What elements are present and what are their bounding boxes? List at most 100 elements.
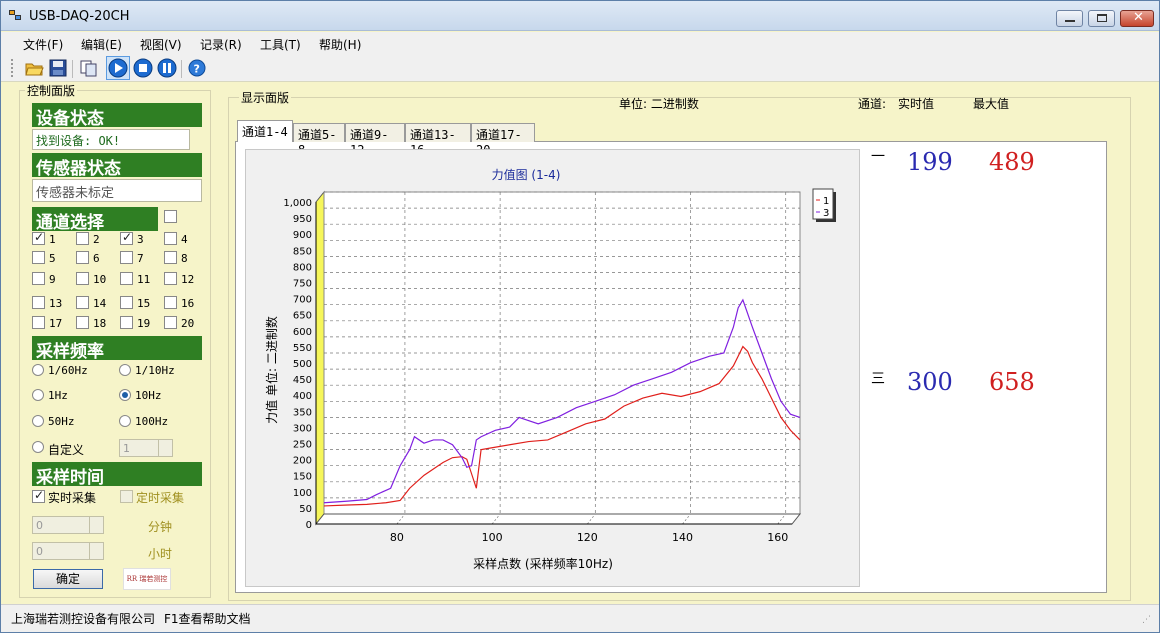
display-panel-title: 显示面版: [239, 89, 292, 106]
device-status-field[interactable]: 找到设备: OK!: [32, 129, 190, 150]
channel-20-checkbox[interactable]: [164, 316, 177, 329]
channel-13-checkbox[interactable]: [32, 296, 45, 309]
menu-file[interactable]: 文件(F): [23, 36, 63, 53]
tab-channels-9-12[interactable]: 通道9-12: [345, 123, 405, 157]
chart-y-label: 力值 单位: 二进制数: [264, 316, 279, 424]
channel-13-label: 13: [49, 297, 63, 310]
select-all-checkbox[interactable]: [164, 210, 177, 223]
close-button[interactable]: ✕: [1120, 10, 1154, 27]
channel-18-checkbox[interactable]: [76, 316, 89, 329]
channel-12-checkbox[interactable]: [164, 272, 177, 285]
y-tick-label: 700: [293, 295, 312, 306]
app-icon: [9, 10, 23, 22]
confirm-button[interactable]: 确定: [33, 569, 103, 589]
rate-option-0-radio[interactable]: [32, 364, 44, 376]
maximize-button[interactable]: [1088, 10, 1115, 27]
open-folder-icon[interactable]: [24, 58, 44, 78]
rate-option-3-radio[interactable]: [119, 389, 131, 401]
y-tick-label: 400: [293, 391, 312, 402]
timed-label: 定时采集: [136, 491, 185, 505]
stop-icon[interactable]: [133, 58, 153, 78]
channel-3-checkbox[interactable]: [120, 230, 133, 245]
channel-5-label: 5: [49, 252, 56, 265]
minutes-input[interactable]: 0: [32, 516, 104, 534]
menu-view[interactable]: 视图(V): [140, 36, 182, 53]
y-tick-label: 650: [293, 311, 312, 322]
y-tick-label: 850: [293, 246, 312, 257]
y-tick-label: 50: [299, 504, 312, 515]
channel-7-checkbox[interactable]: [120, 251, 133, 264]
y-tick-label: 350: [293, 407, 312, 418]
title-bar[interactable]: USB-DAQ-20CH ✕: [1, 1, 1159, 31]
minutes-label: 分钟: [148, 520, 173, 534]
tab-channels-13-16[interactable]: 通道13-16: [405, 123, 471, 157]
readout-max-3: 658: [989, 368, 1035, 396]
channel-4-checkbox[interactable]: [164, 232, 177, 245]
custom-rate-input[interactable]: 1: [119, 439, 173, 457]
channel-15-label: 15: [137, 297, 151, 310]
copy-icon[interactable]: [79, 58, 99, 78]
chart-left-wall-face: [315, 190, 325, 526]
rate-option-1-label: 1/10Hz: [135, 364, 175, 377]
rate-option-5-label: 100Hz: [135, 415, 169, 428]
help-icon[interactable]: ?: [187, 58, 207, 78]
resize-grip-icon[interactable]: ⋰: [1142, 615, 1151, 625]
hours-input[interactable]: 0: [32, 542, 104, 560]
channel-9-checkbox[interactable]: [32, 272, 45, 285]
svg-text:?: ?: [194, 63, 200, 76]
channel-17-checkbox[interactable]: [32, 316, 45, 329]
rate-option-1-radio[interactable]: [119, 364, 131, 376]
tab-channels-5-8[interactable]: 通道5-8: [293, 123, 345, 157]
rate-option-6-label: 自定义: [48, 443, 85, 457]
rate-option-4-radio[interactable]: [32, 415, 44, 427]
status-bar: 上海瑞若测控设备有限公司 F1查看帮助文档 ⋰: [1, 604, 1159, 632]
tab-channels-1-4[interactable]: 通道1-4: [237, 120, 293, 142]
channel-14-checkbox[interactable]: [76, 296, 89, 309]
toolbar-grip[interactable]: [11, 59, 14, 77]
y-tick-label: 150: [293, 472, 312, 483]
menu-bar: 文件(F) 编辑(E) 视图(V) 记录(R) 工具(T) 帮助(H): [1, 32, 1159, 54]
force-chart: 0 50 100 150 200 250 300 350 400 450 500 550 600 650 7…: [264, 167, 836, 571]
readout-channel-3: 三: [871, 371, 885, 387]
realtime-checkbox[interactable]: [32, 488, 45, 503]
status-help-hint: F1查看帮助文档: [164, 612, 251, 626]
menu-edit[interactable]: 编辑(E): [81, 36, 122, 53]
menu-record[interactable]: 记录(R): [200, 36, 242, 53]
x-tick-label: 120: [577, 531, 598, 544]
rate-option-6-radio[interactable]: [32, 441, 44, 453]
menu-tools[interactable]: 工具(T): [260, 36, 301, 53]
save-icon[interactable]: [48, 58, 68, 78]
y-tick-label: 0: [306, 520, 312, 531]
channel-19-checkbox[interactable]: [120, 316, 133, 329]
channel-18-label: 18: [93, 317, 107, 330]
channel-4-label: 4: [181, 233, 188, 246]
channel-17-label: 17: [49, 317, 63, 330]
sensor-status-field[interactable]: 传感器未标定: [32, 179, 202, 202]
menu-help[interactable]: 帮助(H): [319, 36, 361, 53]
channel-6-checkbox[interactable]: [76, 251, 89, 264]
realtime-label: 实时采集: [48, 491, 97, 505]
channel-5-checkbox[interactable]: [32, 251, 45, 264]
channel-8-label: 8: [181, 252, 188, 265]
channel-11-checkbox[interactable]: [120, 272, 133, 285]
x-tick-label: 80: [390, 531, 404, 544]
channel-16-checkbox[interactable]: [164, 296, 177, 309]
channel-1-checkbox[interactable]: [32, 230, 45, 245]
y-tick-label: 300: [293, 423, 312, 434]
channel-15-checkbox[interactable]: [120, 296, 133, 309]
realtime-column-header: 实时值: [898, 97, 935, 111]
timed-checkbox[interactable]: [120, 490, 133, 503]
readout-channel-1: 一: [871, 149, 885, 165]
tab-channels-17-20[interactable]: 通道17-20: [471, 123, 535, 157]
channel-8-checkbox[interactable]: [164, 251, 177, 264]
play-icon[interactable]: [106, 56, 130, 80]
rate-option-0-label: 1/60Hz: [48, 364, 88, 377]
pause-icon[interactable]: [157, 58, 177, 78]
readout-realtime-3: 300: [907, 368, 953, 396]
rate-option-2-label: 1Hz: [48, 389, 68, 402]
channel-2-checkbox[interactable]: [76, 232, 89, 245]
rate-option-2-radio[interactable]: [32, 389, 44, 401]
rate-option-5-radio[interactable]: [119, 415, 131, 427]
channel-10-checkbox[interactable]: [76, 272, 89, 285]
minimize-button[interactable]: [1056, 10, 1083, 27]
